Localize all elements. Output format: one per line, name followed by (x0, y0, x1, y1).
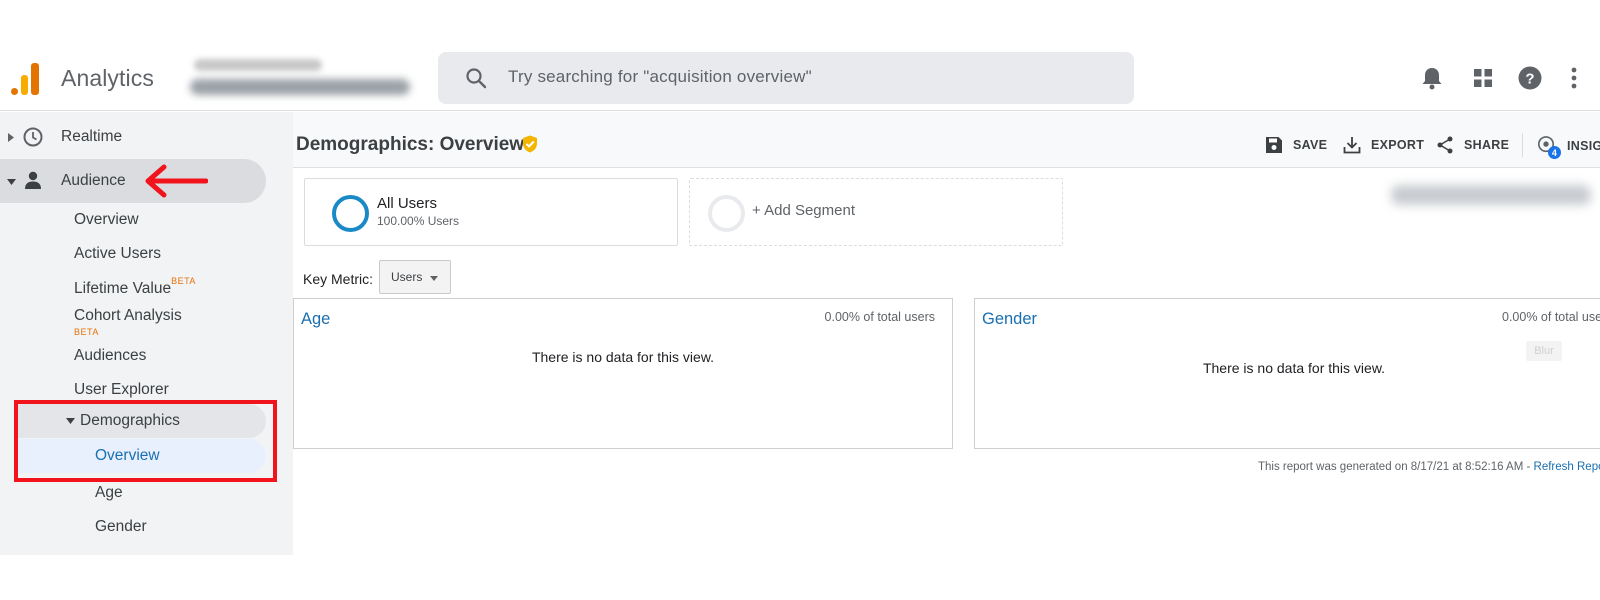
toolbar-divider (1522, 133, 1523, 157)
clock-icon (23, 127, 43, 147)
segment-ring-icon (332, 195, 369, 232)
dropdown-arrow-icon (430, 276, 438, 281)
gender-panel: Gender 0.00% of total users Blur There i… (974, 298, 1600, 449)
verified-badge-icon (523, 135, 537, 153)
empty-state-message: There is no data for this view. (1202, 360, 1386, 376)
panel-title[interactable]: Gender (982, 310, 1037, 329)
segment-name: All Users (377, 195, 438, 212)
analytics-logo[interactable] (11, 61, 41, 95)
sidebar-item-audience[interactable]: Audience (0, 159, 266, 203)
add-segment-button[interactable]: + Add Segment (689, 178, 1063, 246)
sidebar: Realtime Audience Overview Active Users … (0, 112, 293, 555)
segment-ring-icon (708, 195, 745, 232)
empty-state-message: There is no data for this view. (531, 349, 715, 365)
search-icon (466, 68, 487, 89)
save-button[interactable]: SAVE (1265, 136, 1327, 154)
blurred-tag: Blur (1526, 341, 1562, 361)
sidebar-item-label: Audience (61, 172, 126, 189)
segment-percentage: 100.00% Users (377, 214, 460, 228)
sidebar-item-user-explorer[interactable]: User Explorer (74, 381, 169, 399)
more-vert-icon[interactable] (1560, 64, 1588, 92)
account-selector[interactable] (190, 55, 420, 103)
report-generated-note: This report was generated on 8/17/21 at … (1258, 461, 1600, 473)
insights-count-badge: 4 (1548, 146, 1561, 159)
segment-all-users[interactable]: All Users 100.00% Users (304, 178, 678, 246)
export-button[interactable]: EXPORT (1343, 136, 1424, 154)
age-panel: Age 0.00% of total users There is no dat… (293, 298, 953, 449)
person-icon (25, 171, 41, 189)
insights-button[interactable]: 4 INSIGHTS (1537, 136, 1600, 159)
main-content: Demographics: Overview SAVE EXPORT SHARE (293, 112, 1600, 555)
help-icon[interactable]: ? (1516, 64, 1544, 92)
sidebar-item-cohort-analysis[interactable]: Cohort Analysis (74, 307, 182, 325)
panel-percentage: 0.00% of total users (824, 310, 935, 324)
report-title-bar: Demographics: Overview SAVE EXPORT SHARE (293, 112, 1600, 168)
sidebar-item-label: Realtime (61, 128, 123, 145)
sidebar-item-label: Lifetime Value (74, 280, 172, 298)
apps-grid-icon[interactable] (1469, 64, 1497, 92)
caret-right-icon (8, 133, 14, 142)
panel-title[interactable]: Age (301, 310, 330, 329)
save-icon (1266, 137, 1282, 153)
sidebar-item-overview[interactable]: Overview (74, 211, 139, 229)
analytics-window: Analytics Try searching for "acquisition… (0, 47, 1600, 555)
caret-down-icon (7, 179, 16, 185)
annotation-highlight-box (14, 400, 277, 482)
sidebar-item-active-users[interactable]: Active Users (74, 245, 161, 263)
sidebar-item-audiences[interactable]: Audiences (74, 347, 146, 365)
svg-text:?: ? (1525, 71, 1534, 88)
download-icon (1343, 137, 1361, 154)
insights-icon: 4 (1537, 136, 1561, 159)
search-bar[interactable]: Try searching for "acquisition overview" (438, 52, 1134, 104)
sidebar-item-realtime[interactable]: Realtime (0, 116, 293, 158)
beta-badge: BETA (74, 327, 99, 337)
panel-percentage: 0.00% of total users (1502, 310, 1600, 324)
share-button[interactable]: SHARE (1436, 136, 1509, 154)
page-title: Demographics: Overview (296, 134, 525, 155)
app-title: Analytics (61, 65, 154, 91)
key-metric-dropdown[interactable]: Users (379, 260, 451, 294)
sidebar-item-age[interactable]: Age (95, 484, 123, 502)
top-header: Analytics Try searching for "acquisition… (0, 47, 1600, 111)
date-range-picker[interactable] (1391, 185, 1591, 205)
sidebar-item-lifetime-value[interactable]: Lifetime ValueBETA (74, 276, 196, 298)
search-input[interactable]: Try searching for "acquisition overview" (508, 67, 812, 87)
key-metric-label: Key Metric: (303, 271, 374, 287)
share-icon (1437, 136, 1453, 154)
annotation-arrow (145, 164, 208, 198)
refresh-report-link[interactable]: Refresh Report (1534, 461, 1600, 473)
beta-badge: BETA (171, 276, 196, 286)
add-segment-label: + Add Segment (752, 202, 855, 219)
bell-icon[interactable] (1418, 64, 1446, 92)
sidebar-item-gender[interactable]: Gender (95, 518, 147, 536)
